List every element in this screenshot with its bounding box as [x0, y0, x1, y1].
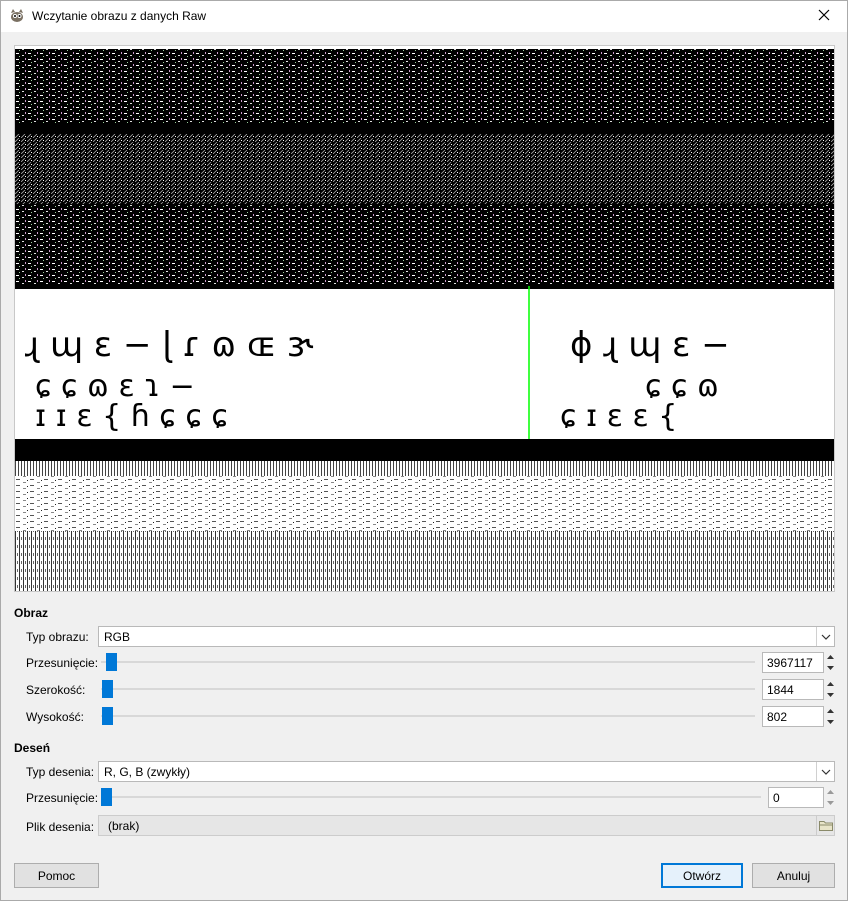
chevron-up-icon[interactable] [825, 652, 836, 662]
image-height-spin[interactable]: 802 [762, 706, 824, 727]
image-height-label: Wysokość: [26, 710, 84, 724]
chevron-down-icon[interactable] [816, 627, 834, 646]
open-button[interactable]: Otwórz [661, 863, 743, 888]
preview-image: ɻ ɰ ɛ − ɭ ɾ ɷ ɶ ɝ ɕ ɕ ɷ ɛ ɿ − ɪ ɪ ɛ { ɦ … [15, 46, 834, 591]
image-width-spin-buttons[interactable] [825, 679, 836, 700]
window-title: Wczytanie obrazu z danych Raw [32, 9, 207, 23]
pattern-type-combo[interactable]: R, G, B (zwykły) [98, 761, 835, 782]
pattern-file-chooser[interactable]: (brak) [98, 815, 835, 836]
chevron-up-icon[interactable] [825, 679, 836, 689]
slider-thumb[interactable] [102, 680, 113, 698]
preview-glyphs-row-1: ɻ ɰ ɛ − ɭ ɾ ɷ ɶ ɝ [25, 325, 314, 365]
chevron-down-icon[interactable] [816, 762, 834, 781]
pattern-offset-value: 0 [773, 791, 780, 805]
image-width-value: 1844 [767, 683, 794, 697]
pattern-offset-label: Przesunięcie: [26, 791, 99, 805]
pattern-offset-slider[interactable] [101, 788, 761, 806]
pattern-file-label: Plik desenia: [26, 820, 95, 834]
close-icon [818, 9, 830, 24]
title-bar[interactable]: Wczytanie obrazu z danych Raw [1, 1, 847, 32]
pattern-type-value: R, G, B (zwykły) [104, 765, 190, 779]
pattern-type-label: Typ desenia: [26, 765, 95, 779]
image-width-slider[interactable] [101, 680, 755, 698]
slider-track [101, 796, 761, 798]
gimp-icon [9, 8, 25, 24]
preview-glyphs-row-3-right: ɕ ɪ ɛ ɛ { [560, 399, 677, 434]
slider-track [101, 715, 755, 717]
image-height-spin-buttons[interactable] [825, 706, 836, 727]
image-height-value: 802 [767, 710, 788, 724]
pattern-file-value: (brak) [108, 819, 140, 833]
image-width-spin[interactable]: 1844 [762, 679, 824, 700]
slider-thumb[interactable] [102, 707, 113, 725]
image-type-value: RGB [104, 630, 131, 644]
image-offset-spin-buttons[interactable] [825, 652, 836, 673]
slider-thumb[interactable] [101, 788, 112, 806]
chevron-up-icon[interactable] [825, 787, 836, 797]
chevron-up-icon[interactable] [825, 706, 836, 716]
image-section-title: Obraz [14, 606, 49, 620]
slider-track [101, 688, 755, 690]
chevron-down-icon[interactable] [825, 690, 836, 700]
image-type-combo[interactable]: RGB [98, 626, 835, 647]
close-button[interactable] [801, 1, 847, 32]
image-height-slider[interactable] [101, 707, 755, 725]
preview-glyphs-row-1-right: ɸ ɻ ɰ ɛ − [570, 325, 730, 365]
cancel-button[interactable]: Anuluj [752, 863, 835, 888]
chevron-down-icon[interactable] [825, 798, 836, 808]
preview-glyphs-row-3: ɪ ɪ ɛ { ɦ ɕ ɕ ɕ [35, 399, 228, 434]
chevron-down-icon[interactable] [825, 717, 836, 727]
raw-import-dialog: Wczytanie obrazu z danych Raw ɻ ɰ ɛ − ɭ … [0, 0, 848, 901]
image-offset-value: 3967117 [767, 656, 813, 670]
image-offset-spin[interactable]: 3967117 [762, 652, 824, 673]
raw-data-preview: ɻ ɰ ɛ − ɭ ɾ ɷ ɶ ɝ ɕ ɕ ɷ ɛ ɿ − ɪ ɪ ɛ { ɦ … [14, 45, 835, 592]
pattern-section-title: Deseń [14, 741, 51, 755]
image-width-label: Szerokość: [26, 683, 86, 697]
image-offset-slider[interactable] [101, 653, 755, 671]
slider-thumb[interactable] [106, 653, 117, 671]
chevron-down-icon[interactable] [825, 663, 836, 673]
pattern-offset-spin-buttons[interactable] [825, 787, 836, 808]
image-offset-label: Przesunięcie: [26, 656, 99, 670]
help-button[interactable]: Pomoc [14, 863, 99, 888]
pattern-offset-spin[interactable]: 0 [768, 787, 824, 808]
image-type-label: Typ obrazu: [26, 630, 89, 644]
folder-icon[interactable] [816, 816, 834, 835]
slider-track [101, 661, 755, 663]
